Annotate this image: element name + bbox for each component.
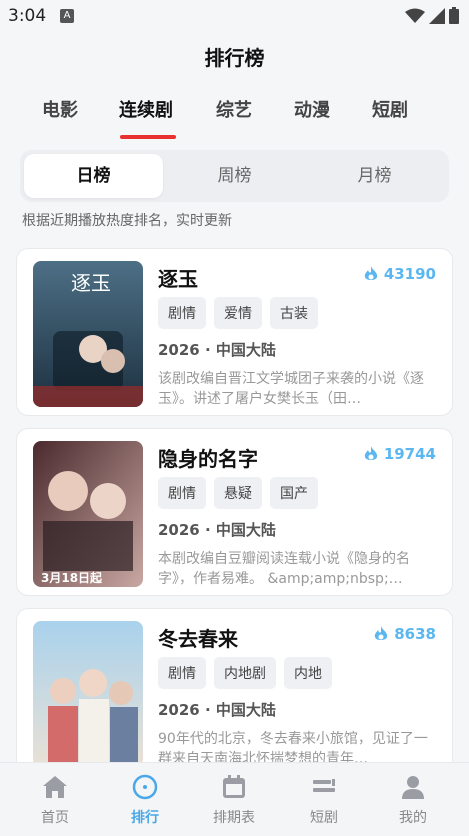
battery-icon	[449, 7, 459, 24]
heat-score: 19744	[364, 445, 436, 463]
poster-image: 3月18日起	[33, 441, 143, 587]
ranking-subtitle: 根据近期播放热度排名，实时更新	[22, 213, 232, 229]
tag-list: 剧情 爱情 古装	[158, 297, 318, 329]
ranking-card[interactable]: 冬去春来 8638 剧情 内地剧 内地 2026 · 中国大陆 90年代的北京，…	[16, 608, 453, 776]
nav-label: 我的	[399, 810, 427, 826]
tab-daily[interactable]: 日榜	[24, 154, 163, 198]
flame-icon	[364, 446, 377, 460]
category-tabs: 电影 连续剧 综艺 动漫 短剧	[0, 92, 469, 142]
poster-image	[33, 621, 143, 767]
tab-variety[interactable]: 综艺	[216, 96, 252, 122]
active-tab-indicator	[120, 135, 176, 139]
heat-score: 8638	[374, 625, 436, 643]
tag: 剧情	[158, 657, 206, 689]
notification-icon: A	[60, 9, 74, 23]
tag: 爱情	[214, 297, 262, 329]
wifi-icon	[405, 8, 425, 23]
nav-label: 排行	[131, 810, 159, 826]
show-title: 冬去春来	[158, 627, 238, 651]
flame-icon	[375, 626, 388, 640]
tab-series[interactable]: 连续剧	[119, 96, 173, 122]
page-title: 排行榜	[204, 46, 265, 70]
show-title: 逐玉	[158, 267, 198, 291]
status-bar: 3:04 A	[0, 0, 469, 34]
tag: 悬疑	[214, 477, 262, 509]
show-title: 隐身的名字	[158, 447, 258, 471]
nav-short-drama[interactable]: 短剧	[284, 773, 364, 827]
tag: 内地	[284, 657, 332, 689]
heat-value: 43190	[383, 265, 436, 283]
tag: 剧情	[158, 477, 206, 509]
tag: 内地剧	[214, 657, 276, 689]
nav-profile[interactable]: 我的	[373, 773, 453, 827]
calendar-icon	[223, 775, 245, 798]
heat-value: 8638	[394, 625, 436, 643]
status-icons	[405, 7, 459, 24]
home-icon	[43, 776, 67, 798]
signal-icon	[429, 7, 445, 24]
flame-icon	[364, 266, 377, 280]
heat-score: 43190	[364, 265, 436, 283]
status-time: 3:04	[8, 6, 47, 26]
period-tabs: 日榜 周榜 月榜	[20, 150, 449, 202]
tag-list: 剧情 悬疑 国产	[158, 477, 318, 509]
show-description: 本剧改编自豆瓣阅读连载小说《隐身的名字》，作者易难。 &amp;amp;nbsp…	[158, 551, 410, 587]
heat-value: 19744	[383, 445, 436, 463]
short-drama-icon	[313, 779, 335, 792]
nav-schedule[interactable]: 排期表	[194, 773, 274, 827]
ranking-card[interactable]: 3月18日起 隐身的名字 19744 剧情 悬疑 国产 2026 · 中国大陆 …	[16, 428, 453, 596]
tab-anime[interactable]: 动漫	[294, 96, 330, 122]
year-region: 2026 · 中国大陆	[158, 521, 276, 539]
nav-label: 首页	[41, 810, 69, 826]
poster-image: 逐玉	[33, 261, 143, 407]
ranking-icon	[132, 774, 158, 800]
ranking-card[interactable]: 逐玉 逐玉 43190 剧情 爱情 古装 2026 · 中国大陆 该剧改编自晋江…	[16, 248, 453, 416]
tag: 国产	[270, 477, 318, 509]
tag: 古装	[270, 297, 318, 329]
bottom-nav: 首页 排行 排期表 短剧 我的	[0, 762, 469, 836]
tag-list: 剧情 内地剧 内地	[158, 657, 332, 689]
year-region: 2026 · 中国大陆	[158, 701, 276, 719]
show-description: 该剧改编自晋江文学城团子来袭的小说《逐玉》。讲述了屠户女樊长玉（田…	[158, 371, 424, 407]
nav-label: 排期表	[213, 810, 255, 826]
profile-icon	[402, 776, 424, 799]
nav-ranking[interactable]: 排行	[105, 773, 185, 827]
tag: 剧情	[158, 297, 206, 329]
tab-monthly[interactable]: 月榜	[305, 154, 444, 198]
tab-weekly[interactable]: 周榜	[165, 154, 304, 198]
tab-movies[interactable]: 电影	[42, 96, 78, 122]
poster-title-text: 逐玉	[71, 271, 111, 295]
tab-short-drama[interactable]: 短剧	[372, 96, 408, 122]
poster-date-text: 3月18日起	[41, 571, 103, 585]
nav-label: 短剧	[310, 810, 338, 826]
year-region: 2026 · 中国大陆	[158, 341, 276, 359]
nav-home[interactable]: 首页	[15, 773, 95, 827]
